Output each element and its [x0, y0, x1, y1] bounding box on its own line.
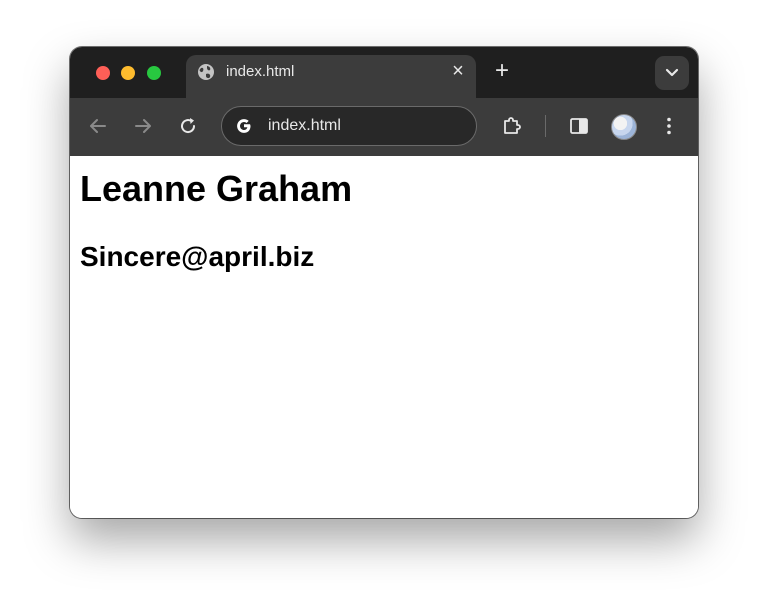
toolbar: index.html	[70, 98, 698, 156]
globe-icon	[198, 64, 214, 80]
close-window-button[interactable]	[96, 66, 110, 80]
arrow-left-icon[interactable]	[87, 115, 109, 137]
arrow-right-icon[interactable]	[132, 115, 154, 137]
tab-title: index.html	[226, 63, 295, 80]
reload-icon[interactable]	[177, 115, 199, 137]
side-panel-icon[interactable]	[568, 115, 590, 137]
tab-index-html[interactable]: index.html ×	[186, 55, 476, 98]
tab-close-button[interactable]: ×	[448, 61, 468, 81]
tab-search-button[interactable]	[655, 56, 689, 90]
address-bar-text: index.html	[268, 117, 341, 134]
user-email-heading: Sincere@april.biz	[80, 241, 315, 272]
new-tab-button[interactable]: +	[491, 59, 513, 83]
maximize-window-button[interactable]	[147, 66, 161, 80]
title-bar: index.html × +	[70, 47, 698, 98]
toolbar-divider	[545, 115, 546, 137]
google-g-icon	[237, 119, 251, 133]
minimize-window-button[interactable]	[121, 66, 135, 80]
address-bar[interactable]: index.html	[221, 106, 477, 146]
chevron-down-icon	[665, 68, 679, 77]
puzzle-icon[interactable]	[501, 115, 523, 137]
user-name-heading: Leanne Graham	[80, 168, 353, 209]
page-content: Leanne Graham Sincere@april.biz	[70, 156, 698, 518]
kebab-menu-icon[interactable]	[658, 115, 680, 137]
avatar[interactable]	[611, 114, 637, 140]
browser-window: index.html × + index.html Leanne Graham …	[70, 47, 698, 518]
